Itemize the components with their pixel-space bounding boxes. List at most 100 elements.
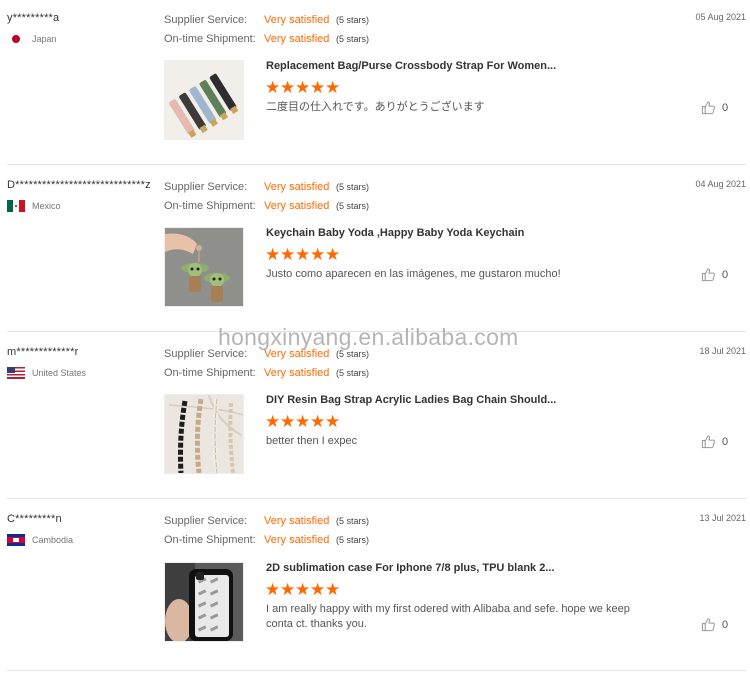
- shipment-label: On-time Shipment:: [164, 367, 256, 379]
- buyer-country: Cambodia: [7, 533, 73, 546]
- like-button[interactable]: 0: [701, 434, 728, 449]
- review-divider: [7, 331, 746, 332]
- like-count: 0: [722, 268, 729, 281]
- star-icon: ★: [280, 412, 296, 432]
- country-name: United States: [32, 367, 87, 378]
- shipment-rating: On-time Shipment: Very satisfied (5 star…: [164, 199, 369, 213]
- star-icon: ★: [295, 412, 311, 432]
- review-divider: [7, 498, 746, 499]
- product-title-link[interactable]: Replacement Bag/Purse Crossbody Strap Fo…: [266, 60, 556, 72]
- shipment-value: Very satisfied: [264, 534, 330, 546]
- phone-case-image: [165, 563, 243, 641]
- review-card: C*********n Cambodia Supplier Service: V…: [0, 501, 750, 673]
- thumbs-up-icon: [701, 435, 715, 449]
- country-name: Mexico: [32, 200, 61, 211]
- thumbs-up-icon: [701, 101, 715, 115]
- review-date: 18 Jul 2021: [699, 346, 746, 356]
- buyer-name: D*****************************z: [7, 179, 151, 191]
- supplier-service-label: Supplier Service:: [164, 348, 248, 360]
- shipment-rating: On-time Shipment: Very satisfied (5 star…: [164, 533, 369, 547]
- review-divider: [7, 670, 746, 671]
- review-card: D*****************************z Mexico S…: [0, 167, 750, 333]
- supplier-service-label: Supplier Service:: [164, 515, 248, 527]
- buyer-country: Mexico: [7, 199, 61, 212]
- star-icon: ★: [295, 580, 311, 600]
- shipment-value: Very satisfied: [264, 367, 330, 379]
- star-icon: ★: [280, 78, 296, 98]
- like-count: 0: [722, 435, 729, 448]
- supplier-service-rating: Supplier Service: Very satisfied (5 star…: [164, 13, 369, 27]
- country-name: Cambodia: [32, 534, 74, 545]
- star-icon: ★: [325, 78, 341, 98]
- review-text: 二度目の仕入れです。ありがとうございます: [266, 101, 485, 113]
- like-count: 0: [722, 101, 729, 114]
- product-title-link[interactable]: DIY Resin Bag Strap Acrylic Ladies Bag C…: [266, 394, 556, 406]
- baby-yoda-keychain-image: [165, 228, 243, 306]
- shipment-value: Very satisfied: [264, 200, 330, 212]
- supplier-service-value: Very satisfied: [264, 515, 330, 527]
- buyer-country: Japan: [7, 32, 57, 45]
- buyer-name: y*********a: [7, 12, 60, 24]
- shipment-stars: (5 stars): [336, 535, 370, 545]
- shipment-label: On-time Shipment:: [164, 534, 256, 546]
- review-date: 05 Aug 2021: [695, 12, 746, 22]
- japan-flag-icon: [7, 32, 25, 45]
- review-date: 04 Aug 2021: [695, 179, 746, 189]
- star-icon: ★: [265, 580, 281, 600]
- product-thumbnail[interactable]: [164, 227, 244, 307]
- star-icon: ★: [325, 580, 341, 600]
- like-button[interactable]: 0: [701, 617, 728, 632]
- supplier-service-stars: (5 stars): [336, 516, 370, 526]
- supplier-service-rating: Supplier Service: Very satisfied (5 star…: [164, 180, 369, 194]
- shipment-rating: On-time Shipment: Very satisfied (5 star…: [164, 366, 369, 380]
- acrylic-bag-chains-image: [165, 395, 243, 473]
- thumbs-up-icon: [701, 618, 715, 632]
- shipment-stars: (5 stars): [336, 201, 370, 211]
- star-rating: ★ ★ ★ ★ ★: [265, 245, 341, 265]
- review-divider: [7, 164, 746, 165]
- shipment-value: Very satisfied: [264, 33, 330, 45]
- shipment-stars: (5 stars): [336, 34, 370, 44]
- star-icon: ★: [310, 245, 326, 265]
- like-button[interactable]: 0: [701, 267, 728, 282]
- review-card: y*********a Japan Supplier Service: Very…: [0, 0, 750, 166]
- country-name: Japan: [32, 33, 57, 44]
- supplier-service-stars: (5 stars): [336, 349, 370, 359]
- shipment-label: On-time Shipment:: [164, 33, 256, 45]
- product-title-link[interactable]: Keychain Baby Yoda ,Happy Baby Yoda Keyc…: [266, 227, 524, 239]
- supplier-service-value: Very satisfied: [264, 14, 330, 26]
- product-thumbnail[interactable]: [164, 394, 244, 474]
- mexico-flag-icon: [7, 199, 25, 212]
- supplier-service-stars: (5 stars): [336, 182, 370, 192]
- product-thumbnail[interactable]: [164, 60, 244, 140]
- star-icon: ★: [325, 245, 341, 265]
- supplier-service-rating: Supplier Service: Very satisfied (5 star…: [164, 514, 369, 528]
- supplier-service-value: Very satisfied: [264, 181, 330, 193]
- product-title-link[interactable]: 2D sublimation case For Iphone 7/8 plus,…: [266, 562, 555, 574]
- usa-flag-icon: [7, 366, 25, 379]
- star-rating: ★ ★ ★ ★ ★: [265, 78, 341, 98]
- star-icon: ★: [310, 580, 326, 600]
- review-text: Justo como aparecen en las imágenes, me …: [266, 268, 561, 280]
- like-button[interactable]: 0: [701, 100, 728, 115]
- star-icon: ★: [310, 412, 326, 432]
- star-icon: ★: [265, 78, 281, 98]
- shipment-rating: On-time Shipment: Very satisfied (5 star…: [164, 32, 369, 46]
- shipment-label: On-time Shipment:: [164, 200, 256, 212]
- product-thumbnail[interactable]: [164, 562, 244, 642]
- star-icon: ★: [310, 78, 326, 98]
- star-icon: ★: [280, 580, 296, 600]
- buyer-name: C*********n: [7, 513, 62, 525]
- supplier-service-label: Supplier Service:: [164, 14, 248, 26]
- review-text: I am really happy with my first odered w…: [266, 603, 630, 630]
- star-icon: ★: [265, 412, 281, 432]
- like-count: 0: [722, 618, 729, 631]
- shipment-stars: (5 stars): [336, 368, 370, 378]
- star-icon: ★: [280, 245, 296, 265]
- cambodia-flag-icon: [7, 533, 25, 546]
- star-rating: ★ ★ ★ ★ ★: [265, 580, 341, 600]
- star-icon: ★: [295, 245, 311, 265]
- buyer-name: m*************r: [7, 346, 79, 358]
- supplier-service-stars: (5 stars): [336, 15, 370, 25]
- supplier-service-value: Very satisfied: [264, 348, 330, 360]
